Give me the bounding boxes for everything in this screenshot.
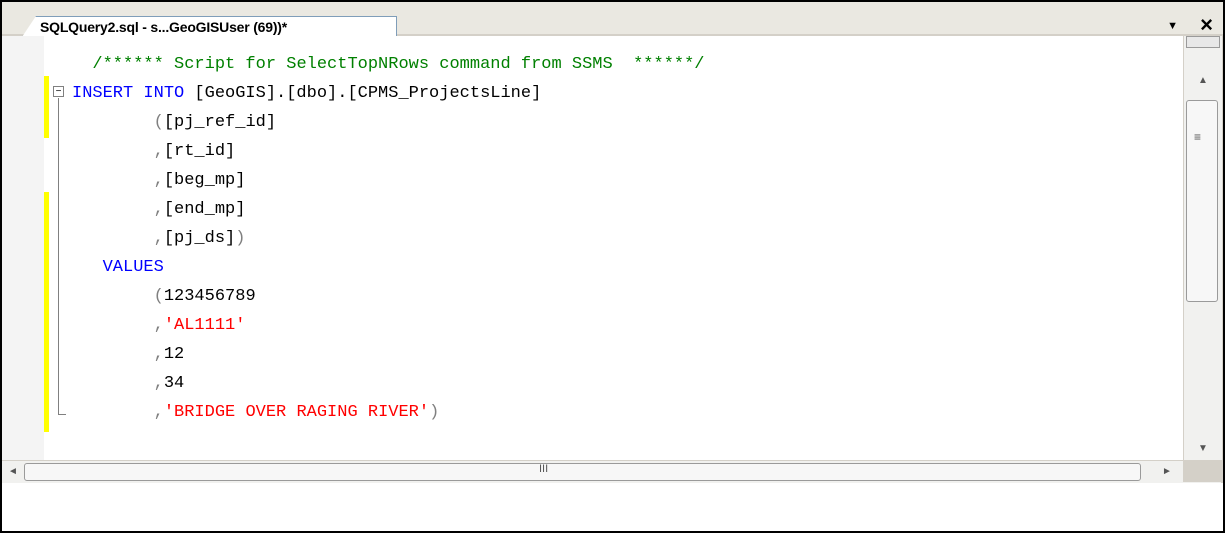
code-line[interactable]: ,[pj_ds]) xyxy=(72,224,246,253)
bottom-area xyxy=(2,483,1223,531)
code-token: [end_mp] xyxy=(163,200,246,219)
code-line[interactable]: ,'BRIDGE OVER RAGING RIVER') xyxy=(72,398,440,427)
code-line[interactable]: VALUES xyxy=(72,253,164,282)
code-token: [GeoGIS].[dbo].[CPMS_ProjectsLine] xyxy=(184,84,542,103)
code-line[interactable]: INSERT INTO [GeoGIS].[dbo].[CPMS_Project… xyxy=(72,79,541,108)
code-token: ) xyxy=(429,403,440,422)
code-token: ( xyxy=(153,113,164,132)
code-line[interactable]: ,[rt_id] xyxy=(72,137,236,166)
code-line[interactable]: ,34 xyxy=(72,369,185,398)
horizontal-scroll-thumb[interactable] xyxy=(24,463,1141,481)
code-line[interactable]: ,12 xyxy=(72,340,185,369)
code-token: [beg_mp] xyxy=(163,171,246,190)
code-token: , xyxy=(153,316,164,335)
code-token: INSERT INTO xyxy=(72,84,185,103)
query-editor-window: SQLQuery2.sql - s...GeoGISUser (69))* ▼ … xyxy=(0,0,1225,533)
scroll-left-icon[interactable]: ◄ xyxy=(2,461,24,483)
code-line[interactable]: /****** Script for SelectTopNRows comman… xyxy=(72,50,705,79)
change-marker xyxy=(44,192,49,432)
editor-margin xyxy=(2,36,44,460)
horizontal-scrollbar[interactable]: ◄ III ► xyxy=(2,460,1221,483)
code-token: [pj_ds] xyxy=(163,229,236,248)
code-token: 34 xyxy=(163,374,185,393)
vertical-scrollbar[interactable]: ▲ ≡ ▼ xyxy=(1183,36,1222,460)
vertical-scroll-thumb[interactable] xyxy=(1186,100,1218,302)
code-token: 123456789 xyxy=(163,287,256,306)
editor-splitter[interactable] xyxy=(1186,36,1220,48)
code-token: , xyxy=(153,374,164,393)
code-token: /****** Script for SelectTopNRows comman… xyxy=(92,55,705,74)
tab-title[interactable]: SQLQuery2.sql - s...GeoGISUser (69))* xyxy=(40,19,287,35)
horizontal-scroll-grip: III xyxy=(539,463,549,475)
code-token: , xyxy=(153,171,164,190)
scroll-right-icon[interactable]: ► xyxy=(1156,461,1178,483)
code-token: , xyxy=(153,200,164,219)
code-token: 'BRIDGE OVER RAGING RIVER' xyxy=(163,403,430,422)
code-token: 'AL1111' xyxy=(163,316,246,335)
code-token: ( xyxy=(153,287,164,306)
code-token: , xyxy=(153,403,164,422)
code-token: [pj_ref_id] xyxy=(163,113,277,132)
code-token: ) xyxy=(235,229,246,248)
code-token: , xyxy=(153,229,164,248)
vertical-scroll-grip: ≡ xyxy=(1194,130,1202,144)
code-token: 12 xyxy=(163,345,185,364)
code-line[interactable]: (123456789 xyxy=(72,282,256,311)
scrollbar-corner xyxy=(1183,460,1221,482)
scroll-down-icon[interactable]: ▼ xyxy=(1184,438,1222,460)
fold-guide-end xyxy=(58,414,66,415)
close-icon[interactable]: × xyxy=(1200,14,1213,36)
code-line[interactable]: ,[end_mp] xyxy=(72,195,246,224)
chevron-down-icon[interactable]: ▼ xyxy=(1167,20,1178,32)
code-token: [rt_id] xyxy=(163,142,236,161)
code-token: , xyxy=(153,345,164,364)
code-token: VALUES xyxy=(102,258,164,277)
code-token: , xyxy=(153,142,164,161)
document-tab-strip: SQLQuery2.sql - s...GeoGISUser (69))* ▼ … xyxy=(2,2,1223,37)
change-marker xyxy=(44,76,49,138)
fold-guide xyxy=(58,98,59,415)
code-line[interactable]: ,[beg_mp] xyxy=(72,166,246,195)
code-line[interactable]: ,'AL1111' xyxy=(72,311,246,340)
collapse-icon[interactable]: − xyxy=(53,86,64,97)
scroll-up-icon[interactable]: ▲ xyxy=(1184,70,1222,92)
code-editor[interactable]: − /****** Script for SelectTopNRows comm… xyxy=(2,36,1183,460)
code-line[interactable]: ([pj_ref_id] xyxy=(72,108,276,137)
